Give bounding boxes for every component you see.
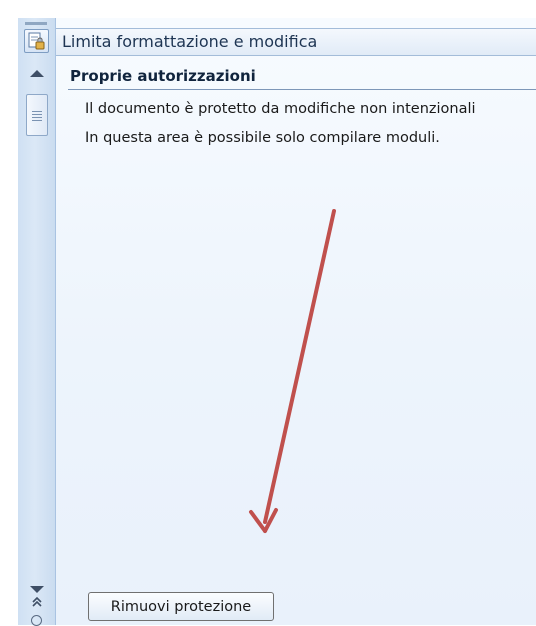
task-pane-title: Limita formattazione e modifica <box>62 32 318 51</box>
word-restrict-editing-screenshot: Limita formattazione e modifica Proprie … <box>0 0 536 626</box>
protection-status-text: Il documento è protetto da modifiche non… <box>85 101 476 117</box>
forms-only-text: In questa area è possibile solo compilar… <box>85 130 440 146</box>
scroll-up-arrow-icon[interactable] <box>30 70 44 77</box>
strip-top-dash <box>25 22 47 25</box>
scroll-down-arrow-icon[interactable] <box>30 586 44 593</box>
remove-protection-button[interactable]: Rimuovi protezione <box>88 592 274 621</box>
section-heading-text: Proprie autorizzazioni <box>70 67 256 85</box>
previous-page-icon[interactable] <box>30 594 44 612</box>
select-browse-object-icon[interactable] <box>31 615 42 626</box>
restrict-editing-icon[interactable] <box>24 29 49 53</box>
task-pane-header: Limita formattazione e modifica <box>56 28 536 56</box>
vertical-scrollbar-strip <box>18 18 56 626</box>
permissions-section-heading: Proprie autorizzazioni <box>68 67 536 90</box>
restrict-editing-task-pane: Limita formattazione e modifica Proprie … <box>56 18 536 625</box>
scrollbar-thumb[interactable] <box>26 94 48 136</box>
